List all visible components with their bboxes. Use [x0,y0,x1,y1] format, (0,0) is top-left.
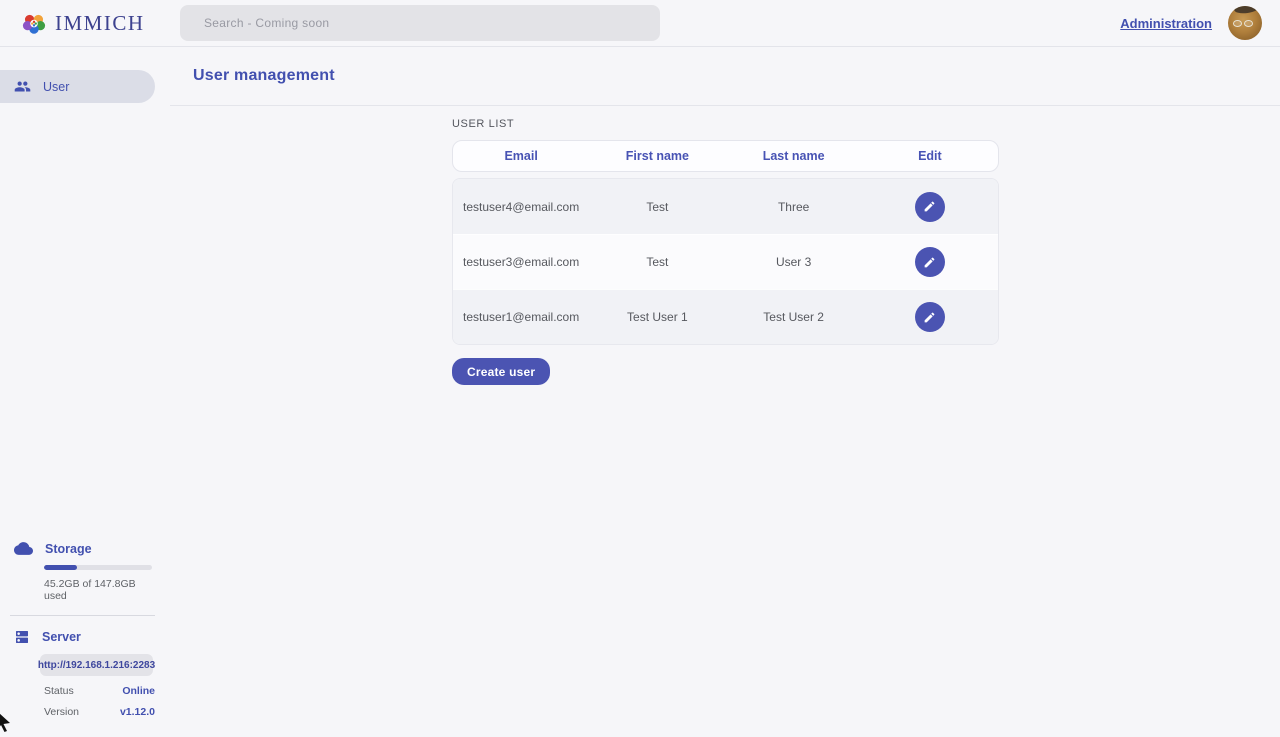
top-navbar: IMMICH Search - Coming soon Administrati… [0,0,1280,47]
server-icon [14,629,30,645]
sidebar: User Storage 45.2GB of 147.8GB used Serv… [0,47,170,730]
table-row: testuser3@email.com Test User 3 [453,234,998,289]
storage-title: Storage [45,542,92,556]
server-status-row: Status Online [44,685,155,697]
server-url-chip: http://192.168.1.216:2283 [40,654,153,676]
user-list-section: USER LIST Email First name Last name Edi… [452,118,999,385]
edit-user-button[interactable] [915,302,945,332]
cell-first-name: Test [589,200,725,214]
create-user-button[interactable]: Create user [452,358,550,385]
version-label: Version [44,706,79,718]
brand-name: IMMICH [55,11,145,36]
cell-email: testuser3@email.com [453,255,589,269]
page-title: User management [193,67,335,85]
cell-last-name: User 3 [726,255,862,269]
server-title: Server [42,630,81,644]
server-version-row: Version v1.12.0 [44,706,155,718]
storage-header: Storage [0,539,158,558]
col-edit: Edit [862,149,998,163]
cell-last-name: Three [726,200,862,214]
page-header: User management [170,47,1280,106]
status-panel: Storage 45.2GB of 147.8GB used Server ht… [0,539,158,718]
pencil-icon [923,311,936,324]
table-row: testuser4@email.com Test Three [453,179,998,234]
pencil-icon [923,200,936,213]
user-list-title: USER LIST [452,118,999,130]
sidebar-item-label: User [43,80,69,94]
col-last-name: Last name [726,149,862,163]
administration-link[interactable]: Administration [1120,16,1212,31]
cell-first-name: Test [589,255,725,269]
storage-progress-fill [44,565,77,570]
navbar-right: Administration [1120,6,1280,40]
server-header: Server [0,629,158,645]
table-body: testuser4@email.com Test Three testuser3… [452,178,999,345]
users-icon [14,78,31,95]
main-content: User management USER LIST Email First na… [170,47,1280,730]
table-row: testuser1@email.com Test User 1 Test Use… [453,289,998,344]
cell-first-name: Test User 1 [589,310,725,324]
cell-email: testuser1@email.com [453,310,589,324]
col-first-name: First name [589,149,725,163]
table-header: Email First name Last name Edit [452,140,999,172]
version-value: v1.12.0 [120,706,155,718]
panel-divider [10,615,155,616]
immich-logo-icon [20,9,48,37]
cloud-icon [14,539,33,558]
sidebar-item-user[interactable]: User [0,70,155,103]
storage-used-label: 45.2GB of 147.8GB used [44,578,158,602]
search-input[interactable]: Search - Coming soon [180,5,660,41]
cell-email: testuser4@email.com [453,200,589,214]
cell-last-name: Test User 2 [726,310,862,324]
status-value: Online [122,685,155,697]
brand[interactable]: IMMICH [20,9,145,37]
pencil-icon [923,256,936,269]
user-avatar[interactable] [1228,6,1262,40]
edit-user-button[interactable] [915,247,945,277]
storage-progress-bar [44,565,152,570]
status-label: Status [44,685,74,697]
search-placeholder: Search - Coming soon [204,16,329,30]
avatar-glasses-detail [1233,19,1257,27]
edit-user-button[interactable] [915,192,945,222]
mouse-cursor [0,712,14,732]
col-email: Email [453,149,589,163]
